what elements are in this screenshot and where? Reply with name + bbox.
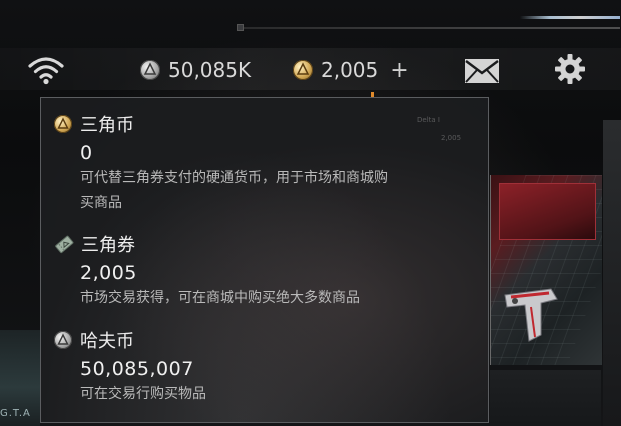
silver-coin-icon xyxy=(140,60,160,80)
entry-title: 哈夫币 xyxy=(80,331,134,352)
item-preview-image[interactable] xyxy=(490,175,602,365)
entry-title: 三角币 xyxy=(80,115,134,136)
gold-coin-icon xyxy=(293,60,313,80)
currency-entry-triangle-coin: 三角币 0 可代替三角券支付的硬通货币，用于市场和商城购 买商品 xyxy=(54,112,474,216)
entry-title: 三角券 xyxy=(81,235,135,256)
entry-description-line: 可在交易行购买物品 xyxy=(80,386,206,402)
side-panel-frame xyxy=(603,120,621,426)
entry-description-line: 买商品 xyxy=(80,195,122,211)
top-divider-node xyxy=(237,24,244,31)
gold-coin-icon xyxy=(54,115,72,133)
entry-description-line: 市场交易获得，可在商城中购买绝大多数商品 xyxy=(80,290,360,306)
entry-amount: 50,085,007 xyxy=(80,358,194,380)
currency-tooltip: Delta I 2,005 三角币 0 可代替三角券支付的硬通货币，用于市场和商… xyxy=(40,97,489,423)
entry-amount: 2,005 xyxy=(80,262,137,284)
gold-amount: 2,005 xyxy=(321,58,379,82)
wifi-icon xyxy=(28,57,64,85)
entry-amount: 0 xyxy=(80,142,93,164)
gear-icon[interactable] xyxy=(554,53,586,85)
entry-header: 三角券 xyxy=(54,232,474,256)
entry-description: 可在交易行购买物品 xyxy=(80,382,480,407)
ticket-icon xyxy=(55,235,74,254)
background-corner-label: G.T.A xyxy=(0,408,31,419)
currency-entry-haf-coin: 哈夫币 50,085,007 可在交易行购买物品 xyxy=(54,328,474,407)
entry-description: 可代替三角券支付的硬通货币，用于市场和商城购 买商品 xyxy=(80,166,480,216)
top-divider xyxy=(240,27,620,29)
silver-currency-display[interactable]: 50,085K xyxy=(140,56,251,84)
side-panel-bottom xyxy=(490,370,601,426)
silver-coin-icon xyxy=(54,331,72,349)
entry-header: 哈夫币 xyxy=(54,328,474,352)
add-currency-button[interactable]: + xyxy=(390,58,408,83)
entry-description: 市场交易获得，可在商城中购买绝大多数商品 xyxy=(80,286,480,311)
tool-graphic xyxy=(504,288,558,342)
entry-header: 三角币 xyxy=(54,112,474,136)
red-case-graphic xyxy=(499,183,596,240)
game-screen: 50,085K 2,005 + G.T.A Delta I 2,005 三角币 … xyxy=(0,0,621,426)
top-glint xyxy=(520,16,620,19)
gold-currency-display[interactable]: 2,005 + xyxy=(293,56,409,84)
entry-description-line: 可代替三角券支付的硬通货币，用于市场和商城购 xyxy=(80,170,388,186)
mail-icon[interactable] xyxy=(464,58,500,84)
silver-amount: 50,085K xyxy=(168,58,252,82)
currency-entry-triangle-ticket: 三角券 2,005 市场交易获得，可在商城中购买绝大多数商品 xyxy=(54,232,474,311)
